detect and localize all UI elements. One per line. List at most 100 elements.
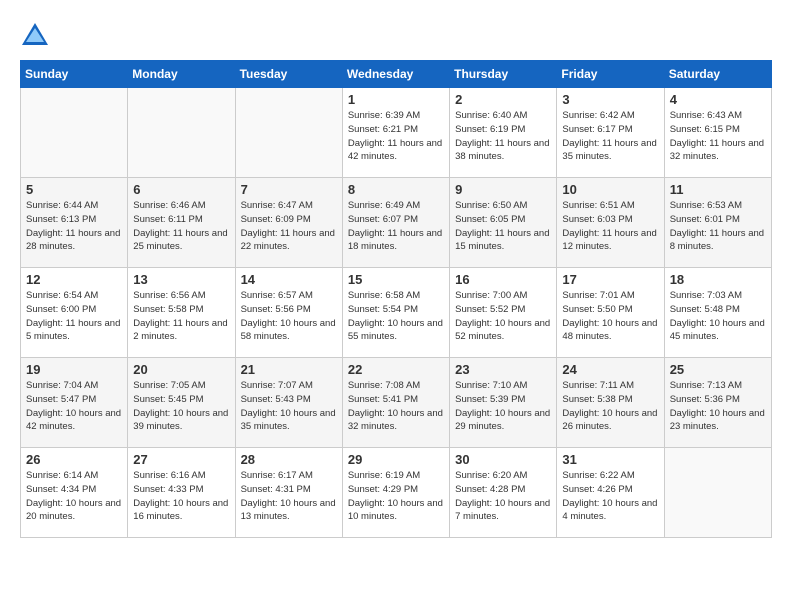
weekday-header-tuesday: Tuesday (235, 61, 342, 88)
calendar-cell: 30 Sunrise: 6:20 AM Sunset: 4:28 PM Dayli… (450, 448, 557, 538)
calendar-cell: 12Sunrise: 6:54 AM Sunset: 6:00 PM Dayli… (21, 268, 128, 358)
day-number: 14 (241, 272, 337, 287)
day-number: 16 (455, 272, 551, 287)
calendar-cell: 29Sunrise: 6:19 AM Sunset: 4:29 PM Dayli… (342, 448, 449, 538)
day-number: 19 (26, 362, 122, 377)
day-number: 7 (241, 182, 337, 197)
day-info: Sunrise: 7:03 AM Sunset: 5:48 PM Dayligh… (670, 289, 766, 344)
day-info: Sunrise: 7:13 AM Sunset: 5:36 PM Dayligh… (670, 379, 766, 434)
calendar-cell: 16 Sunrise: 7:00 AM Sunset: 5:52 PM Dayli… (450, 268, 557, 358)
calendar-cell: 10 Sunrise: 6:51 AM Sunset: 6:03 PM Dayli… (557, 178, 664, 268)
day-number: 1 (348, 92, 444, 107)
day-number: 5 (26, 182, 122, 197)
calendar-cell: 23 Sunrise: 7:10 AM Sunset: 5:39 PM Dayli… (450, 358, 557, 448)
calendar-cell (235, 88, 342, 178)
calendar-table: SundayMondayTuesdayWednesdayThursdayFrid… (20, 60, 772, 538)
calendar-week-row: 19 Sunrise: 7:04 AM Sunset: 5:47 PM Dayli… (21, 358, 772, 448)
day-info: Sunrise: 7:11 AM Sunset: 5:38 PM Dayligh… (562, 379, 658, 434)
calendar-week-row: 1 Sunrise: 6:39 AM Sunset: 6:21 PM Daylig… (21, 88, 772, 178)
day-info: Sunrise: 7:07 AM Sunset: 5:43 PM Dayligh… (241, 379, 337, 434)
day-info: Sunrise: 6:58 AM Sunset: 5:54 PM Dayligh… (348, 289, 444, 344)
day-info: Sunrise: 6:16 AM Sunset: 4:33 PM Dayligh… (133, 469, 229, 524)
calendar-cell: 25 Sunrise: 7:13 AM Sunset: 5:36 PM Dayli… (664, 358, 771, 448)
day-info: Sunrise: 6:50 AM Sunset: 6:05 PM Dayligh… (455, 199, 551, 254)
calendar-cell: 13 Sunrise: 6:56 AM Sunset: 5:58 PM Dayli… (128, 268, 235, 358)
calendar-week-row: 12Sunrise: 6:54 AM Sunset: 6:00 PM Dayli… (21, 268, 772, 358)
day-number: 4 (670, 92, 766, 107)
calendar-cell: 18 Sunrise: 7:03 AM Sunset: 5:48 PM Dayli… (664, 268, 771, 358)
calendar-week-row: 5 Sunrise: 6:44 AM Sunset: 6:13 PM Daylig… (21, 178, 772, 268)
calendar-cell: 27 Sunrise: 6:16 AM Sunset: 4:33 PM Dayli… (128, 448, 235, 538)
day-number: 10 (562, 182, 658, 197)
weekday-header-row: SundayMondayTuesdayWednesdayThursdayFrid… (21, 61, 772, 88)
day-info: Sunrise: 6:19 AM Sunset: 4:29 PM Dayligh… (348, 469, 444, 524)
calendar-cell: 4 Sunrise: 6:43 AM Sunset: 6:15 PM Daylig… (664, 88, 771, 178)
day-number: 18 (670, 272, 766, 287)
calendar-cell (128, 88, 235, 178)
logo-icon (20, 20, 50, 50)
weekday-header-wednesday: Wednesday (342, 61, 449, 88)
day-number: 3 (562, 92, 658, 107)
calendar-cell: 20 Sunrise: 7:05 AM Sunset: 5:45 PM Dayli… (128, 358, 235, 448)
calendar-cell: 17Sunrise: 7:01 AM Sunset: 5:50 PM Dayli… (557, 268, 664, 358)
calendar-cell: 21 Sunrise: 7:07 AM Sunset: 5:43 PM Dayli… (235, 358, 342, 448)
day-number: 24 (562, 362, 658, 377)
calendar-cell: 7 Sunrise: 6:47 AM Sunset: 6:09 PM Daylig… (235, 178, 342, 268)
day-number: 31 (562, 452, 658, 467)
day-number: 11 (670, 182, 766, 197)
day-info: Sunrise: 7:05 AM Sunset: 5:45 PM Dayligh… (133, 379, 229, 434)
day-info: Sunrise: 7:01 AM Sunset: 5:50 PM Dayligh… (562, 289, 658, 344)
day-info: Sunrise: 6:51 AM Sunset: 6:03 PM Dayligh… (562, 199, 658, 254)
day-number: 20 (133, 362, 229, 377)
day-number: 22 (348, 362, 444, 377)
weekday-header-sunday: Sunday (21, 61, 128, 88)
calendar-week-row: 26 Sunrise: 6:14 AM Sunset: 4:34 PM Dayli… (21, 448, 772, 538)
calendar-cell: 6 Sunrise: 6:46 AM Sunset: 6:11 PM Daylig… (128, 178, 235, 268)
day-number: 21 (241, 362, 337, 377)
day-info: Sunrise: 6:46 AM Sunset: 6:11 PM Dayligh… (133, 199, 229, 254)
day-number: 23 (455, 362, 551, 377)
calendar-cell (21, 88, 128, 178)
day-number: 27 (133, 452, 229, 467)
day-number: 6 (133, 182, 229, 197)
weekday-header-monday: Monday (128, 61, 235, 88)
day-number: 15 (348, 272, 444, 287)
calendar-cell: 15 Sunrise: 6:58 AM Sunset: 5:54 PM Dayli… (342, 268, 449, 358)
day-number: 26 (26, 452, 122, 467)
logo (20, 20, 54, 50)
day-info: Sunrise: 6:22 AM Sunset: 4:26 PM Dayligh… (562, 469, 658, 524)
calendar-cell (664, 448, 771, 538)
calendar-cell: 19 Sunrise: 7:04 AM Sunset: 5:47 PM Dayli… (21, 358, 128, 448)
day-number: 13 (133, 272, 229, 287)
day-info: Sunrise: 6:53 AM Sunset: 6:01 PM Dayligh… (670, 199, 766, 254)
weekday-header-friday: Friday (557, 61, 664, 88)
calendar-cell: 8 Sunrise: 6:49 AM Sunset: 6:07 PM Daylig… (342, 178, 449, 268)
day-info: Sunrise: 6:47 AM Sunset: 6:09 PM Dayligh… (241, 199, 337, 254)
calendar-cell: 5 Sunrise: 6:44 AM Sunset: 6:13 PM Daylig… (21, 178, 128, 268)
day-info: Sunrise: 6:49 AM Sunset: 6:07 PM Dayligh… (348, 199, 444, 254)
day-info: Sunrise: 6:17 AM Sunset: 4:31 PM Dayligh… (241, 469, 337, 524)
day-number: 8 (348, 182, 444, 197)
calendar-cell: 11 Sunrise: 6:53 AM Sunset: 6:01 PM Dayli… (664, 178, 771, 268)
day-info: Sunrise: 6:20 AM Sunset: 4:28 PM Dayligh… (455, 469, 551, 524)
calendar-cell: 26 Sunrise: 6:14 AM Sunset: 4:34 PM Dayli… (21, 448, 128, 538)
day-number: 9 (455, 182, 551, 197)
day-info: Sunrise: 6:56 AM Sunset: 5:58 PM Dayligh… (133, 289, 229, 344)
calendar-cell: 28 Sunrise: 6:17 AM Sunset: 4:31 PM Dayli… (235, 448, 342, 538)
day-number: 30 (455, 452, 551, 467)
day-info: Sunrise: 6:14 AM Sunset: 4:34 PM Dayligh… (26, 469, 122, 524)
day-info: Sunrise: 6:39 AM Sunset: 6:21 PM Dayligh… (348, 109, 444, 164)
day-number: 28 (241, 452, 337, 467)
calendar-cell: 14Sunrise: 6:57 AM Sunset: 5:56 PM Dayli… (235, 268, 342, 358)
day-info: Sunrise: 7:04 AM Sunset: 5:47 PM Dayligh… (26, 379, 122, 434)
day-number: 25 (670, 362, 766, 377)
day-info: Sunrise: 7:10 AM Sunset: 5:39 PM Dayligh… (455, 379, 551, 434)
weekday-header-thursday: Thursday (450, 61, 557, 88)
day-info: Sunrise: 6:44 AM Sunset: 6:13 PM Dayligh… (26, 199, 122, 254)
calendar-cell: 24 Sunrise: 7:11 AM Sunset: 5:38 PM Dayli… (557, 358, 664, 448)
calendar-cell: 22Sunrise: 7:08 AM Sunset: 5:41 PM Dayli… (342, 358, 449, 448)
day-info: Sunrise: 7:00 AM Sunset: 5:52 PM Dayligh… (455, 289, 551, 344)
day-info: Sunrise: 6:43 AM Sunset: 6:15 PM Dayligh… (670, 109, 766, 164)
page-header (20, 20, 772, 50)
calendar-cell: 31 Sunrise: 6:22 AM Sunset: 4:26 PM Dayli… (557, 448, 664, 538)
